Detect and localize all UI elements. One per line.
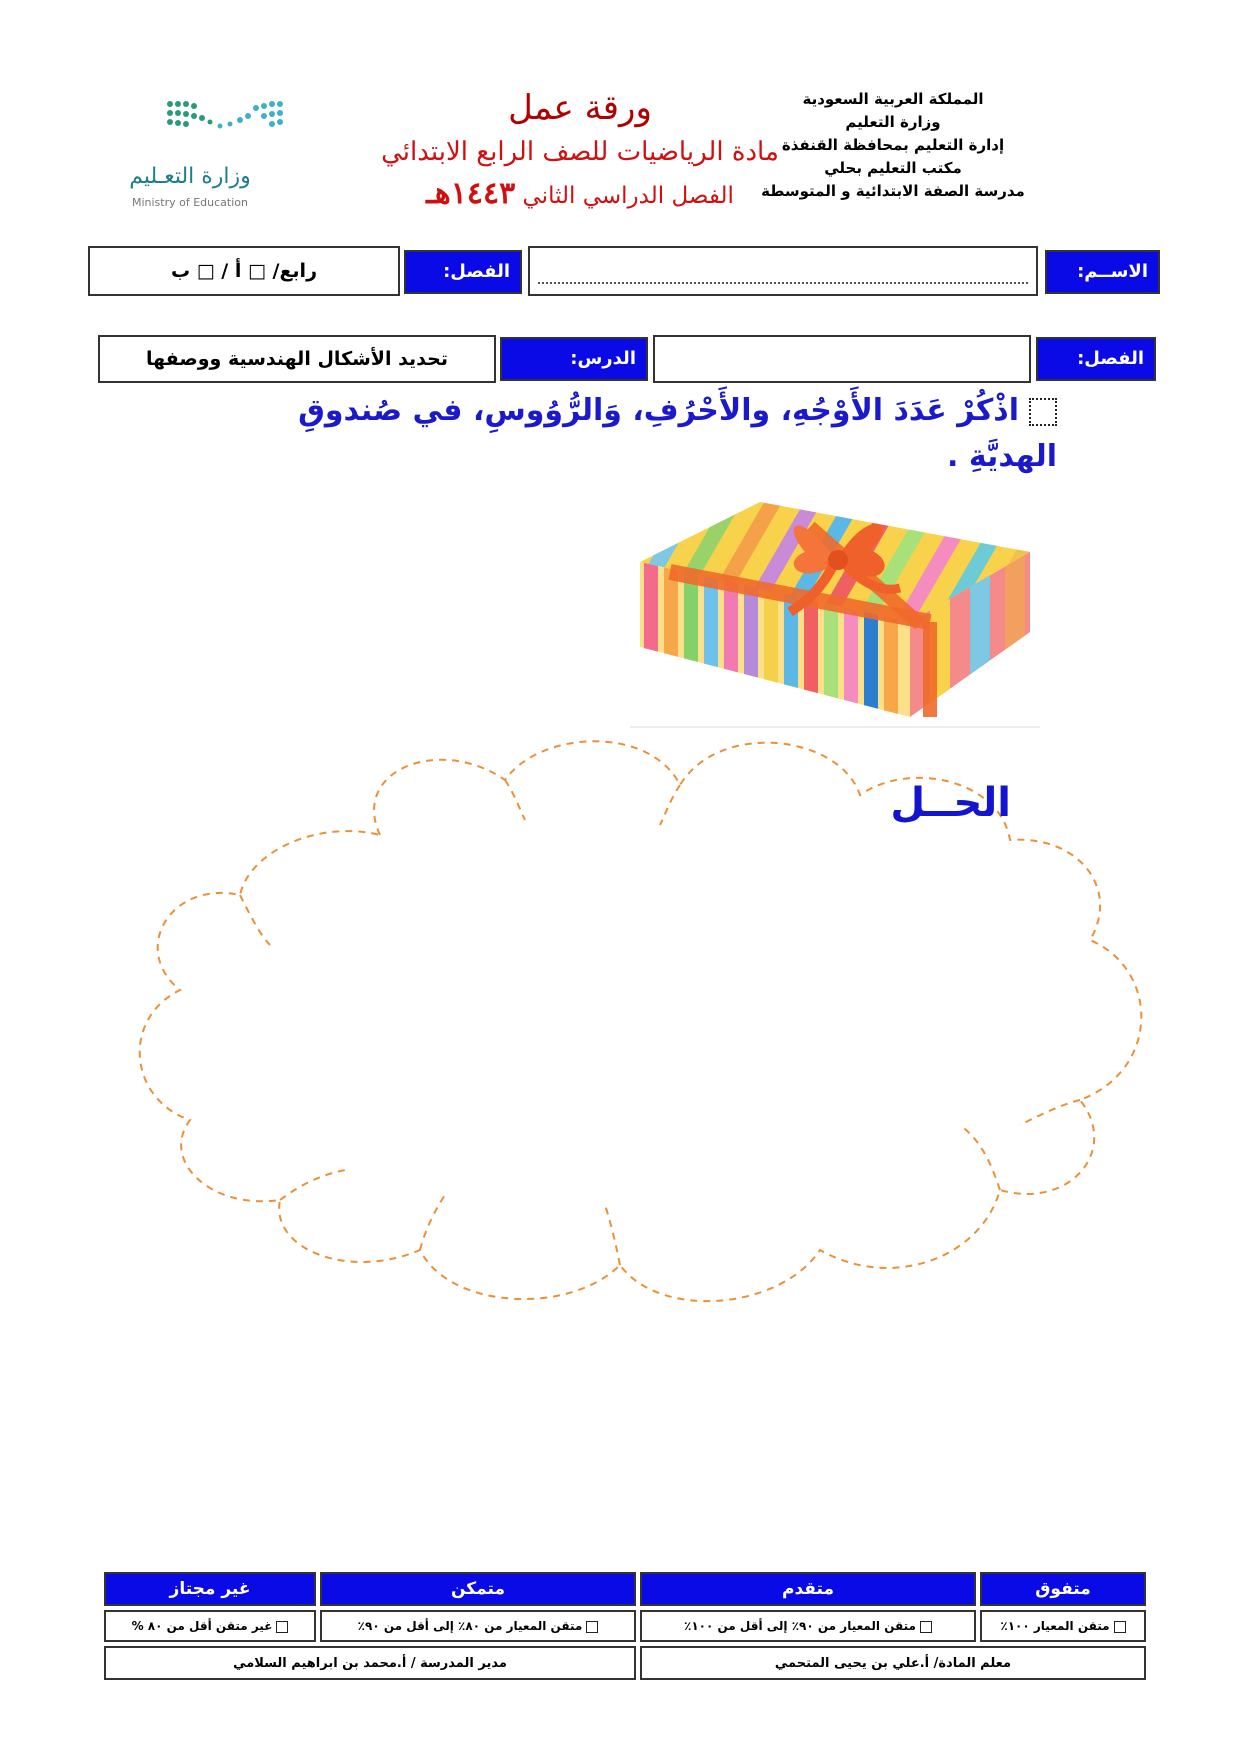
criteria-advanced[interactable]: متقن المعيار من ٩٠٪ إلى أقل من ١٠٠٪ [640, 1610, 976, 1642]
chapter-field[interactable] [653, 335, 1031, 383]
rubric-header-excellent: متفوق [980, 1572, 1146, 1606]
question-checkbox-icon [1029, 397, 1057, 426]
semester-title: الفصل الدراسي الثاني ١٤٤٣هـ [330, 178, 830, 212]
criteria-not-passed[interactable]: غير متقن أقل من ٨٠ % [104, 1610, 316, 1642]
checkbox-icon [1113, 1620, 1126, 1633]
class-value: رابع/ □ أ / □ ب [170, 260, 318, 282]
lesson-field: تحديد الأشكال الهندسية ووصفها [98, 335, 496, 383]
principal-signature: مدير المدرسة / أ.محمد بن ابراهيم السلامي [104, 1646, 636, 1680]
solution-label: الحــل [890, 780, 1011, 826]
logo-arabic-text: وزارة التعـليم [129, 164, 251, 189]
signature-row: معلم المادة/ أ.علي بن يحيى المتحمي مدير … [104, 1646, 1146, 1680]
criteria-excellent[interactable]: متقن المعيار ١٠٠٪ [980, 1610, 1146, 1642]
checkbox-icon [919, 1620, 932, 1633]
name-dotted-line [538, 282, 1028, 284]
question-text-block: اذْكُرْ عَدَدَ الأَوْجُهِ، والأَحْرُفِ، … [237, 388, 1057, 480]
rubric-criteria-row: متقن المعيار ١٠٠٪ متقن المعيار من ٩٠٪ إل… [104, 1610, 1146, 1642]
rubric-header-row: متفوق متقدم متمكن غير مجتاز [104, 1572, 1146, 1606]
rubric-header-not-passed: غير مجتاز [104, 1572, 316, 1606]
worksheet-title: ورقة عمل [508, 88, 652, 128]
ministry-logo: وزارة التعـليم Ministry of Education [110, 96, 310, 216]
criteria-proficient[interactable]: متقن المعيار من ٨٠٪ إلى أقل من ٩٠٪ [320, 1610, 636, 1642]
question-text: اذْكُرْ عَدَدَ الأَوْجُهِ، والأَحْرُفِ، … [298, 393, 1057, 474]
criteria-advanced-text: متقن المعيار من ٩٠٪ إلى أقل من ١٠٠٪ [684, 1619, 916, 1633]
rubric-table: متفوق متقدم متمكن غير مجتاز متقن المعيار… [100, 1568, 1150, 1684]
checkbox-icon [276, 1620, 289, 1633]
rubric-header-proficient: متمكن [320, 1572, 636, 1606]
lesson-label: الدرس: [500, 337, 648, 381]
class-label: الفصل: [404, 250, 522, 294]
logo-english-text: Ministry of Education [131, 196, 248, 209]
year-text: ١٤٤٣هـ [426, 176, 516, 211]
class-field[interactable]: رابع/ □ أ / □ ب [88, 246, 400, 296]
gift-box-image [630, 502, 1040, 728]
name-label: الاســم: [1045, 250, 1160, 294]
solution-cloud-shape [138, 740, 1143, 1303]
chapter-label: الفصل: [1036, 337, 1156, 381]
teacher-signature: معلم المادة/ أ.علي بن يحيى المتحمي [640, 1646, 1146, 1680]
logo-dots-icon [167, 101, 283, 129]
name-field[interactable] [528, 246, 1038, 296]
criteria-not-passed-text: غير متقن أقل من ٨٠ % [131, 1619, 273, 1633]
criteria-excellent-text: متقن المعيار ١٠٠٪ [1000, 1619, 1110, 1633]
rubric-header-advanced: متقدم [640, 1572, 976, 1606]
criteria-proficient-text: متقن المعيار من ٨٠٪ إلى أقل من ٩٠٪ [357, 1619, 583, 1633]
subject-title: مادة الرياضيات للصف الرابع الابتدائي [381, 137, 779, 167]
lesson-value: تحديد الأشكال الهندسية ووصفها [146, 348, 448, 370]
semester-text: الفصل الدراسي الثاني [522, 183, 734, 209]
checkbox-icon [586, 1620, 599, 1633]
